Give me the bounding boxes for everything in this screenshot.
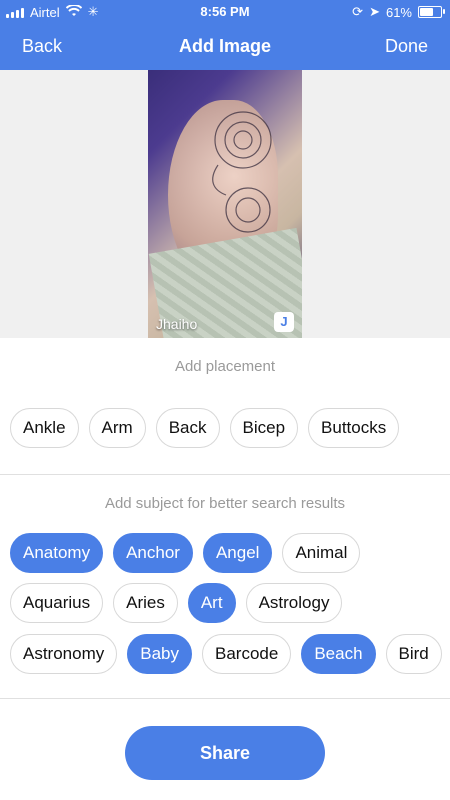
chip-astrology[interactable]: Astrology [245, 583, 343, 623]
rose-tattoo-drawing [212, 111, 272, 233]
chip-animal[interactable]: Animal [282, 533, 361, 573]
chip-bird[interactable]: Bird [385, 634, 442, 674]
image-preview-area: Jhaiho J [0, 70, 450, 338]
chip-ankle[interactable]: Ankle [10, 408, 79, 448]
chip-beach[interactable]: Beach [301, 634, 376, 674]
share-button[interactable]: Share [125, 726, 325, 780]
app-logo-icon: J [274, 312, 294, 332]
subject-chips-row-1: Anatomy Anchor Angel Animal [10, 533, 440, 573]
chip-arm[interactable]: Arm [88, 408, 146, 448]
status-bar: Airtel ✳ 8:56 PM ⟳ ➤ 61% [0, 0, 450, 24]
chip-buttocks[interactable]: Buttocks [308, 408, 400, 448]
battery-percent: 61% [385, 4, 412, 20]
divider [0, 698, 450, 699]
chip-back[interactable]: Back [155, 408, 220, 448]
chip-aries[interactable]: Aries [113, 583, 178, 623]
chip-angel[interactable]: Angel [202, 533, 273, 573]
placement-label: Add placement [174, 358, 276, 375]
chip-anatomy[interactable]: Anatomy [10, 533, 104, 573]
location-icon: ➤ [369, 4, 380, 19]
page-title: Add Image [178, 36, 271, 56]
divider [0, 474, 450, 475]
placement-chips: Ankle Arm Back Bicep Buttocks [10, 408, 440, 448]
photo-caption: Jhaiho [156, 316, 198, 332]
chip-art[interactable]: Art [187, 583, 236, 623]
subject-chips-row-2: Aquarius Aries Art Astrology [10, 583, 440, 623]
subject-label: Add subject for better search results [104, 495, 346, 512]
done-button[interactable]: Done [385, 36, 428, 57]
header: Airtel ✳ 8:56 PM ⟳ ➤ 61% Back Add Image … [0, 0, 450, 70]
status-right: ⟳ ➤ 61% [352, 4, 445, 20]
chip-aquarius[interactable]: Aquarius [10, 583, 104, 623]
chip-anchor[interactable]: Anchor [113, 533, 193, 573]
chip-astronomy[interactable]: Astronomy [10, 634, 118, 674]
chip-baby[interactable]: Baby [127, 634, 192, 674]
chip-bicep[interactable]: Bicep [229, 408, 299, 448]
battery-icon [418, 6, 445, 18]
chip-barcode[interactable]: Barcode [202, 634, 292, 674]
orientation-lock-icon: ⟳ [352, 4, 364, 19]
tattoo-photo: Jhaiho J [148, 70, 302, 338]
subject-chips-row-3: Astronomy Baby Barcode Beach Bird [10, 634, 442, 674]
navigation-bar: Back Add Image Done [0, 24, 450, 70]
